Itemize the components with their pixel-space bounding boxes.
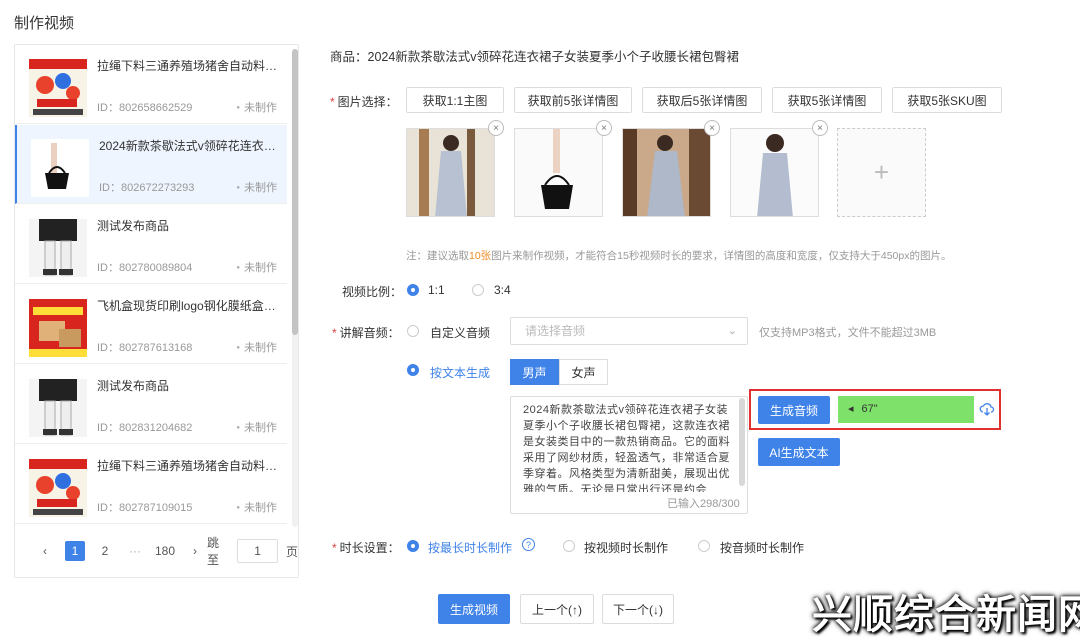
- selected-image: [406, 128, 495, 217]
- product-id: ID：802787109015: [97, 502, 193, 514]
- remove-image-button[interactable]: ×: [596, 120, 612, 136]
- text-generate-label[interactable]: 按文本生成: [430, 364, 490, 381]
- product-list-scrollbar[interactable]: [292, 49, 298, 527]
- text-generate-radio[interactable]: [407, 364, 419, 376]
- goto-label: 跳至: [207, 536, 220, 567]
- duration-audio-label[interactable]: 按音频时长制作: [720, 539, 804, 556]
- remove-image-button[interactable]: ×: [704, 120, 720, 136]
- page-ellipsis[interactable]: ···: [125, 541, 145, 561]
- status-badge: 未制作: [236, 499, 277, 515]
- ratio-3-4-label[interactable]: 3:4: [494, 283, 511, 297]
- custom-audio-radio[interactable]: [407, 325, 419, 337]
- image-select-label: * 图片选择：: [330, 95, 398, 109]
- product-id: ID：802787613168: [97, 342, 193, 354]
- speaker-icon: ◂: [848, 403, 854, 415]
- status-badge: 未制作: [236, 339, 277, 355]
- next-item-button[interactable]: 下一个(↓): [602, 594, 674, 624]
- audio-player[interactable]: ◂ 67": [838, 396, 974, 423]
- char-counter: 已输入298/300: [667, 498, 740, 510]
- ratio-1-1-label[interactable]: 1:1: [428, 283, 445, 297]
- get-last-5-detail-button[interactable]: 获取后5张详情图: [642, 87, 762, 113]
- page-unit-label: 页: [285, 544, 298, 559]
- generate-audio-button[interactable]: 生成音频: [758, 396, 830, 424]
- download-cloud-icon[interactable]: [979, 401, 995, 417]
- ai-generate-text-button[interactable]: AI生成文本: [758, 438, 840, 466]
- list-item[interactable]: 飞机盒现货印刷logo钢化膜纸盒服装… ID：802787613168 未制作: [15, 285, 287, 364]
- ratio-1-1-radio[interactable]: [407, 284, 419, 296]
- product-name: 测试发布商品: [97, 219, 170, 233]
- custom-audio-label[interactable]: 自定义音频: [430, 324, 490, 341]
- status-badge: 未制作: [236, 99, 277, 115]
- status-badge: 未制作: [236, 259, 277, 275]
- page-title: 制作视频: [14, 15, 75, 32]
- ratio-3-4-radio[interactable]: [472, 284, 484, 296]
- add-image-button[interactable]: +: [837, 128, 926, 217]
- product-id: ID：802780089804: [97, 262, 193, 274]
- product-name: 拉绳下料三通养殖场猪舍自动料线配…: [97, 59, 281, 73]
- audio-select-placeholder: 请选择音频: [525, 324, 586, 338]
- product-name: 2024新款茶歇法式v领碎花连衣裙子…: [99, 139, 283, 153]
- tab-female-voice[interactable]: 女声: [559, 359, 608, 385]
- audio-label: * 讲解音频：: [332, 326, 400, 340]
- list-item[interactable]: 测试发布商品 ID：802780089804 未制作: [15, 205, 287, 284]
- product-list-panel: 拉绳下料三通养殖场猪舍自动料线配… ID：802658662529 未制作 20…: [14, 44, 299, 578]
- product-name: 飞机盒现货印刷logo钢化膜纸盒服装…: [97, 299, 281, 313]
- list-item[interactable]: 拉绳下料三通养殖场猪舍自动料线配… ID：802658662529 未制作: [15, 45, 287, 124]
- get-5-sku-button[interactable]: 获取5张SKU图: [892, 87, 1002, 113]
- pagination: ‹ 1 2 ··· 180 › 跳至 1 页: [35, 536, 298, 567]
- list-item-selected[interactable]: 2024新款茶歇法式v领碎花连衣裙子… ID：802672273293 未制作: [15, 125, 287, 204]
- tab-male-voice[interactable]: 男声: [510, 359, 559, 385]
- selected-image: [622, 128, 711, 217]
- scrollbar-thumb[interactable]: [292, 49, 298, 335]
- product-thumbnail: [31, 139, 89, 197]
- duration-video-radio[interactable]: [563, 540, 575, 552]
- chevron-down-icon: ⌄: [727, 325, 737, 337]
- remove-image-button[interactable]: ×: [488, 120, 504, 136]
- product-thumbnail: [29, 459, 87, 517]
- product-name: 拉绳下料三通养殖场猪舍自动料线配…: [97, 459, 281, 473]
- duration-longest-label[interactable]: 按最长时长制作: [428, 539, 512, 556]
- product-id: ID：802831204682: [97, 422, 193, 434]
- product-id: ID：802658662529: [97, 102, 193, 114]
- watermark: 兴顺综合新闻网: [812, 593, 1080, 637]
- prev-item-button[interactable]: 上一个(↑): [520, 594, 594, 624]
- textarea-scrollbar[interactable]: [739, 398, 745, 486]
- get-5-detail-button[interactable]: 获取5张详情图: [772, 87, 882, 113]
- selected-image: [730, 128, 819, 217]
- prev-page-button[interactable]: ‹: [35, 541, 55, 561]
- product-id: ID：802672273293: [99, 182, 195, 194]
- next-page-button[interactable]: ›: [185, 541, 205, 561]
- product-thumbnail: [29, 219, 87, 277]
- list-item[interactable]: 拉绳下料三通养殖场猪舍自动料线配… ID：802787109015 未制作: [15, 445, 287, 524]
- selected-image: [514, 128, 603, 217]
- page-1-button[interactable]: 1: [65, 541, 85, 561]
- product-thumbnail: [29, 59, 87, 117]
- ratio-label: 视频比例：: [342, 285, 403, 299]
- audio-select[interactable]: 请选择音频 ⌄: [510, 317, 748, 345]
- script-text: 2024新款茶歇法式v领碎花连衣裙子女装夏季小个子收腰长裙包臀裙，这款连衣裙是女…: [523, 404, 730, 492]
- help-icon[interactable]: ?: [522, 538, 535, 551]
- status-badge: 未制作: [236, 179, 277, 195]
- duration-label: * 时长设置：: [332, 541, 400, 555]
- goto-page-input[interactable]: 1: [237, 539, 278, 563]
- product-thumbnail: [29, 299, 87, 357]
- last-page-button[interactable]: 180: [155, 541, 175, 561]
- duration-audio-radio[interactable]: [698, 540, 710, 552]
- image-note: 注：建议选取10张图片来制作视频，才能符合15秒视频时长的要求，详情图的高度和宽…: [406, 250, 952, 262]
- make-video-button[interactable]: 生成视频: [438, 594, 510, 624]
- get-first-5-detail-button[interactable]: 获取前5张详情图: [514, 87, 632, 113]
- product-name: 测试发布商品: [97, 379, 170, 393]
- product-list: 拉绳下料三通养殖场猪舍自动料线配… ID：802658662529 未制作 20…: [15, 45, 293, 525]
- audio-duration: 67": [861, 403, 878, 415]
- duration-video-label[interactable]: 按视频时长制作: [584, 539, 668, 556]
- remove-image-button[interactable]: ×: [812, 120, 828, 136]
- duration-longest-radio[interactable]: [407, 540, 419, 552]
- product-title-line: 商品：2024新款茶歇法式v领碎花连衣裙子女装夏季小个子收腰长裙包臀裙: [330, 50, 740, 64]
- product-thumbnail: [29, 379, 87, 437]
- status-badge: 未制作: [236, 419, 277, 435]
- audio-format-hint: 仅支持MP3格式，文件不能超过3MB: [759, 327, 937, 339]
- get-main-image-button[interactable]: 获取1:1主图: [406, 87, 504, 113]
- list-item[interactable]: 测试发布商品 ID：802831204682 未制作: [15, 365, 287, 444]
- page-2-button[interactable]: 2: [95, 541, 115, 561]
